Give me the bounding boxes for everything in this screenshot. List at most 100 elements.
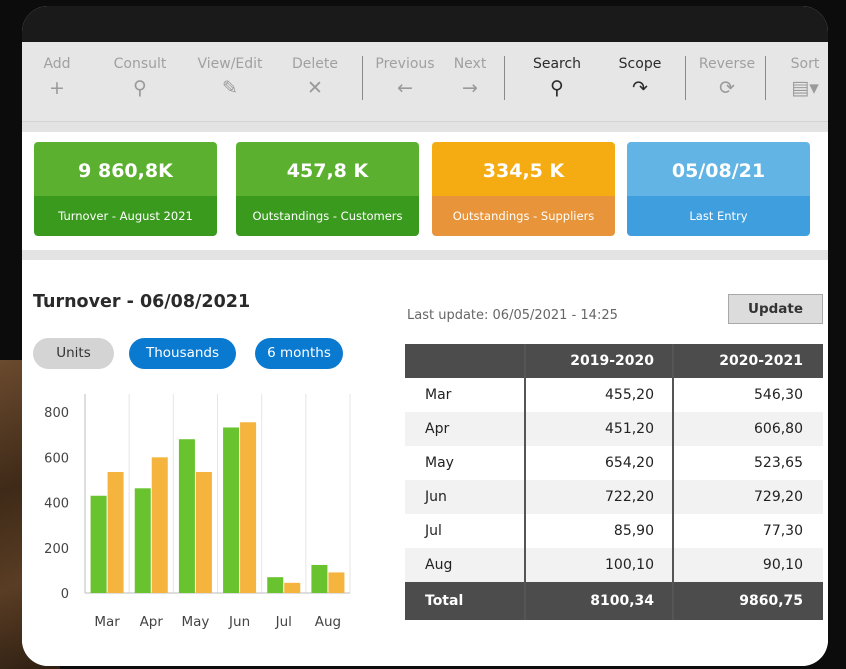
arrow-right-icon: → <box>462 77 478 99</box>
table-header: 2020-2021 <box>672 344 823 378</box>
top-bezel <box>22 6 828 42</box>
delete-button[interactable]: Delete ✕ <box>275 56 355 98</box>
table-cell: 85,90 <box>524 514 673 548</box>
table-cell: 90,10 <box>672 548 823 582</box>
x-tick-label: Jul <box>275 614 292 630</box>
bar <box>267 577 284 593</box>
kpi-value: 334,5 K <box>432 142 615 196</box>
kpi-value: 05/08/21 <box>627 142 810 196</box>
pencil-icon: ✎ <box>222 77 238 99</box>
x-tick-label: Apr <box>140 614 164 630</box>
redo-arrow-icon: ↷ <box>632 77 648 99</box>
table-cell: 722,20 <box>524 480 673 514</box>
table-header <box>405 344 525 378</box>
turnover-panel: Turnover - 06/08/2021 Last update: 06/05… <box>22 260 828 666</box>
view-edit-button[interactable]: View/Edit ✎ <box>190 56 270 98</box>
toolbar: Add + Consult ⚲ View/Edit ✎ Delete ✕ Previou… <box>22 42 828 122</box>
y-tick-label: 600 <box>44 451 69 466</box>
bar <box>90 495 107 593</box>
table-cell: Total <box>405 582 525 620</box>
toolbar-separator <box>685 56 686 100</box>
document-dropdown-icon: ▤▾ <box>791 77 819 99</box>
table-row[interactable]: Aug 100,10 90,10 <box>405 548 823 582</box>
bar <box>178 439 195 593</box>
table-header-row: 2019-2020 2020-2021 <box>405 344 823 378</box>
table-cell: 455,20 <box>524 378 673 412</box>
close-icon: ✕ <box>307 77 323 99</box>
table-total-row: Total 8100,34 9860,75 <box>405 582 823 620</box>
y-tick-label: 800 <box>44 406 69 421</box>
page-title: Turnover - 06/08/2021 <box>33 292 251 312</box>
add-button[interactable]: Add + <box>22 56 97 98</box>
units-toggle[interactable]: Units <box>33 338 114 369</box>
table-cell: 654,20 <box>524 446 673 480</box>
reverse-button[interactable]: Reverse ⟳ <box>687 56 767 98</box>
last-update-text: Last update: 06/05/2021 - 14:25 <box>407 308 618 323</box>
y-tick-label: 0 <box>61 587 69 602</box>
table-cell: 523,65 <box>672 446 823 480</box>
bar <box>240 422 257 593</box>
toolbar-separator <box>362 56 363 100</box>
bar <box>284 582 301 593</box>
table-cell: 546,30 <box>672 378 823 412</box>
search-button[interactable]: Search ⚲ <box>517 56 597 98</box>
consult-button[interactable]: Consult ⚲ <box>100 56 180 98</box>
table-cell: Aug <box>405 548 525 582</box>
turnover-bar-chart: 0 200 400 600 800 Mar Apr May Jun Jul Aug <box>44 394 351 630</box>
search-icon: ⚲ <box>550 77 564 99</box>
kpi-value: 9 860,8K <box>34 142 217 196</box>
refresh-icon: ⟳ <box>719 77 735 99</box>
table-row[interactable]: Jul 85,90 77,30 <box>405 514 823 548</box>
kpi-outstandings-customers[interactable]: 457,8 K Outstandings - Customers <box>236 142 419 236</box>
kpi-label: Outstandings - Suppliers <box>432 196 615 236</box>
table-cell: 451,20 <box>524 412 673 446</box>
x-tick-label: Mar <box>94 614 120 630</box>
table-header: 2019-2020 <box>524 344 673 378</box>
next-button[interactable]: Next → <box>430 56 510 98</box>
bar <box>195 472 212 593</box>
thousands-toggle[interactable]: Thousands <box>129 338 236 369</box>
bar <box>151 457 168 593</box>
turnover-table: 2019-2020 2020-2021 Mar 455,20 546,30 Ap… <box>405 344 823 620</box>
table-cell: 77,30 <box>672 514 823 548</box>
kpi-last-entry[interactable]: 05/08/21 Last Entry <box>627 142 810 236</box>
kpi-outstandings-suppliers[interactable]: 334,5 K Outstandings - Suppliers <box>432 142 615 236</box>
table-cell: 9860,75 <box>672 582 823 620</box>
six-months-toggle[interactable]: 6 months <box>255 338 343 369</box>
table-cell: 100,10 <box>524 548 673 582</box>
bar <box>311 564 328 593</box>
update-button[interactable]: Update <box>728 294 823 324</box>
bar <box>223 427 240 593</box>
kpi-label: Last Entry <box>627 196 810 236</box>
table-cell: May <box>425 455 454 471</box>
table-cell: Jul <box>425 523 442 539</box>
kpi-band: 9 860,8K Turnover - August 2021 457,8 K … <box>22 122 828 260</box>
kpi-label: Turnover - August 2021 <box>34 196 217 236</box>
magnifier-icon: ⚲ <box>133 77 147 99</box>
x-tick-label: Aug <box>315 614 341 630</box>
table-row[interactable]: Jun 722,20 729,20 <box>405 480 823 514</box>
table-row[interactable]: May 654,20 523,65 <box>405 446 823 480</box>
bar <box>328 572 345 593</box>
table-cell: 606,80 <box>672 412 823 446</box>
kpi-label: Outstandings - Customers <box>236 196 419 236</box>
table-cell: Mar <box>425 387 452 403</box>
table-cell: 729,20 <box>672 480 823 514</box>
kpi-turnover[interactable]: 9 860,8K Turnover - August 2021 <box>34 142 217 236</box>
bar <box>107 472 124 593</box>
y-tick-label: 200 <box>44 542 69 557</box>
x-tick-label: Jun <box>228 614 250 630</box>
y-tick-label: 400 <box>44 497 69 512</box>
x-tick-label: May <box>181 614 209 630</box>
plus-icon: + <box>49 77 65 99</box>
bar <box>134 488 151 593</box>
table-row[interactable]: Apr 451,20 606,80 <box>405 412 823 446</box>
kpi-value: 457,8 K <box>236 142 419 196</box>
scope-button[interactable]: Scope ↷ <box>600 56 680 98</box>
table-cell: Apr <box>405 412 525 446</box>
table-cell: Jun <box>405 480 525 514</box>
sort-button[interactable]: Sort ▤▾ <box>765 56 828 98</box>
toolbar-separator <box>504 56 505 100</box>
table-row[interactable]: Mar 455,20 546,30 <box>405 378 823 412</box>
tablet-screen: Add + Consult ⚲ View/Edit ✎ Delete ✕ Previou… <box>22 6 828 666</box>
